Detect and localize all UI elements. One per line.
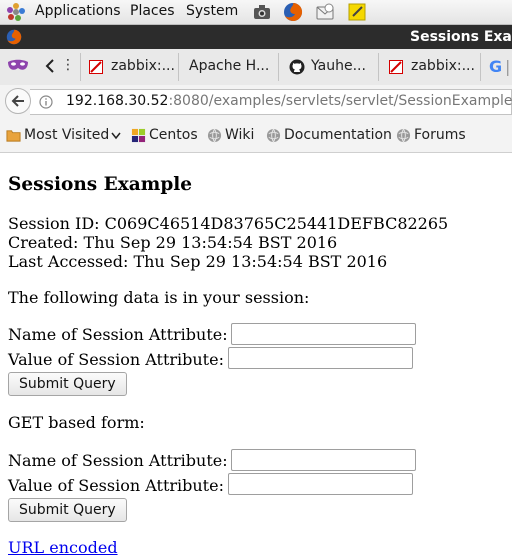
- tab-label: Apache H...: [189, 58, 270, 74]
- globe-icon: [207, 128, 222, 143]
- tab-github[interactable]: Yauhe...: [278, 53, 379, 81]
- get-submit-query-button[interactable]: Submit Query: [8, 498, 127, 522]
- get-form-label: GET based form:: [8, 413, 145, 432]
- globe-icon: [266, 128, 281, 143]
- window-title: Sessions Exa: [410, 29, 512, 45]
- camera-icon[interactable]: [252, 2, 272, 22]
- get-value-attribute-input[interactable]: [228, 473, 413, 495]
- google-icon: G: [489, 57, 503, 76]
- get-name-attribute-input[interactable]: [231, 449, 416, 471]
- bookmark-label: Most Visited: [24, 127, 110, 143]
- url-bar[interactable]: 192.168.30.52:8080/examples/servlets/ser…: [30, 89, 512, 115]
- page-title: Sessions Example: [8, 174, 193, 195]
- mail-icon[interactable]: [315, 2, 335, 22]
- private-mask-icon[interactable]: [7, 58, 29, 74]
- applications-logo-icon: [7, 3, 25, 21]
- session-data-intro: The following data is in your session:: [8, 288, 310, 307]
- value-attribute-label: Value of Session Attribute:: [8, 350, 224, 369]
- tab-strip: ⋮ zabbix:... Apache H... Yauhe... zabbix…: [0, 49, 512, 86]
- tab-label: zabbix:...: [411, 58, 475, 74]
- url-text[interactable]: 192.168.30.52:8080/examples/servlets/ser…: [66, 93, 512, 109]
- note-icon[interactable]: [347, 2, 367, 22]
- tab-apache[interactable]: Apache H...: [178, 53, 279, 81]
- firefox-small-icon: [6, 29, 22, 45]
- tab-zabbix-1[interactable]: zabbix:...: [80, 53, 179, 81]
- zabbix-icon: [89, 60, 103, 74]
- info-icon[interactable]: [39, 95, 53, 109]
- session-id: Session ID: C069C46514D83765C25441DEFBC8…: [8, 214, 449, 233]
- chevron-left-icon[interactable]: [44, 59, 56, 73]
- session-last-accessed: Last Accessed: Thu Sep 29 13:54:54 BST 2…: [8, 252, 388, 271]
- url-path: :8080/examples/servlets/servlet/SessionE…: [168, 93, 512, 109]
- url-host: 192.168.30.52: [66, 93, 169, 109]
- name-attribute-label: Name of Session Attribute:: [8, 325, 228, 344]
- session-created: Created: Thu Sep 29 13:54:54 BST 2016: [8, 233, 338, 252]
- centos-icon: [131, 128, 146, 143]
- bookmarks-toolbar: Most Visited Centos Wiki Documentation F…: [0, 119, 512, 153]
- tab-label: Yauhe...: [311, 58, 366, 74]
- applications-menu[interactable]: Applications: [35, 3, 121, 19]
- url-encoded-link[interactable]: URL encoded: [8, 538, 118, 557]
- zabbix-icon: [389, 60, 403, 74]
- github-icon: [289, 59, 305, 75]
- bookmark-label: Centos: [149, 127, 198, 143]
- tab-label: zabbix:...: [111, 58, 175, 74]
- back-arrow-icon: [11, 95, 24, 107]
- value-attribute-input[interactable]: [228, 347, 413, 369]
- bookmark-label: Forums: [414, 127, 466, 143]
- tab-overflow-dots: ⋮: [61, 57, 75, 73]
- tab-divider: |: [505, 57, 511, 76]
- name-attribute-input[interactable]: [231, 323, 416, 345]
- top-panel: Applications Places System: [0, 0, 512, 25]
- globe-icon: [396, 128, 411, 143]
- places-menu[interactable]: Places: [130, 3, 175, 19]
- bookmark-label: Wiki: [225, 127, 255, 143]
- chevron-down-icon: [111, 132, 121, 140]
- submit-query-button[interactable]: Submit Query: [8, 372, 127, 396]
- tab-google[interactable]: G |: [480, 53, 512, 81]
- back-button[interactable]: [5, 88, 31, 114]
- name-attribute-label: Name of Session Attribute:: [8, 451, 228, 470]
- navigation-bar: 192.168.30.52:8080/examples/servlets/ser…: [0, 85, 512, 119]
- tab-zabbix-2[interactable]: zabbix:...: [378, 53, 479, 81]
- system-menu[interactable]: System: [186, 3, 238, 19]
- bookmark-label: Documentation: [284, 127, 392, 143]
- window-titlebar[interactable]: Sessions Exa: [0, 25, 512, 49]
- firefox-icon[interactable]: [283, 2, 303, 22]
- value-attribute-label: Value of Session Attribute:: [8, 476, 224, 495]
- bookmarks-folder-icon: [6, 130, 21, 142]
